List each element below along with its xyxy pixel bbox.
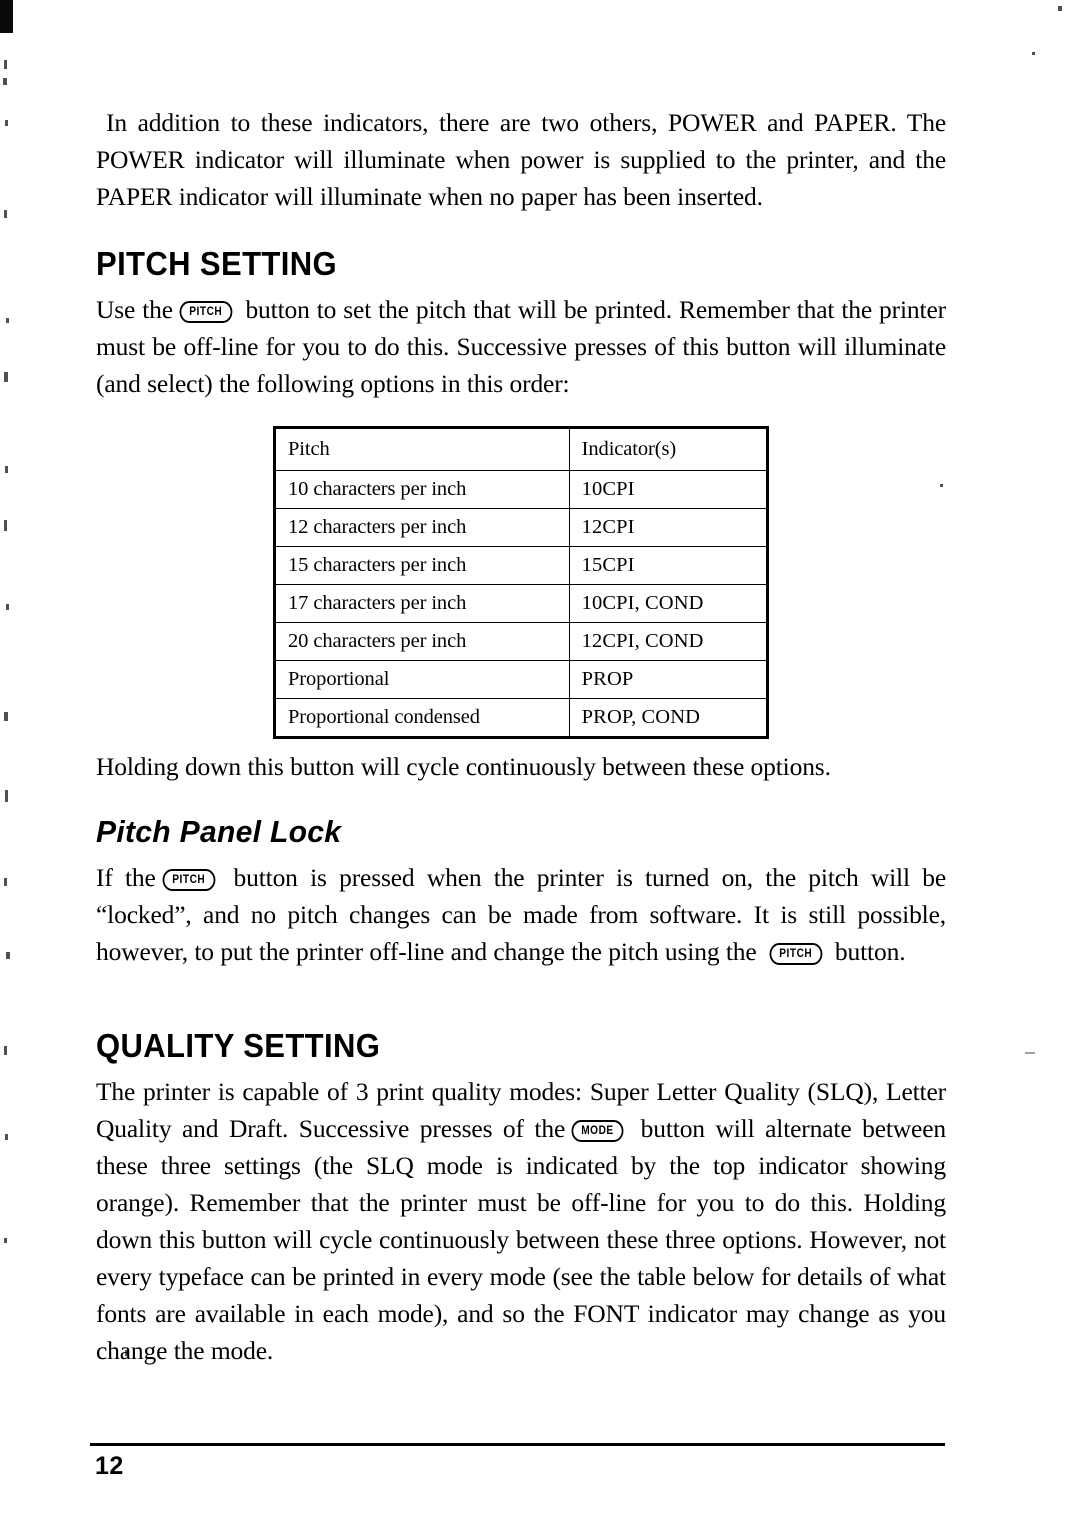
document-page: In addition to these indicators, there a…	[0, 0, 1080, 1529]
table-cell-indicator: 10CPI	[568, 470, 769, 509]
scan-speck	[6, 604, 9, 610]
quality-setting-paragraph-block: The printer is capable of 3 print qualit…	[96, 1073, 946, 1369]
intro-paragraph: In addition to these indicators, there a…	[96, 108, 946, 211]
table-cell-pitch: Proportional condensed	[274, 698, 570, 738]
table-cell-indicator: 12CPI, COND	[568, 622, 769, 661]
quality-setting-section: QUALITY SETTING	[96, 1027, 946, 1065]
scan-speck	[5, 790, 8, 802]
scan-speck	[4, 878, 7, 886]
page-number: 12	[95, 1452, 124, 1480]
lock-text-end: button.	[834, 937, 906, 966]
quality-setting-paragraph: The printer is capable of 3 print qualit…	[96, 1073, 946, 1369]
table-cell-pitch: Proportional	[274, 660, 570, 699]
pitch-setting-paragraph-block: Use the PITCH button to set the pitch tha…	[96, 291, 946, 402]
table-row: 10 characters per inch 10CPI	[274, 470, 769, 509]
table-header-row: Pitch Indicator(s)	[274, 427, 769, 471]
table-row: 15 characters per inch 15CPI	[274, 546, 769, 585]
scan-speck	[4, 372, 8, 382]
table-cell-pitch: 20 characters per inch	[274, 622, 570, 661]
table-cell-pitch: 10 characters per inch	[274, 470, 570, 509]
scan-speck	[940, 484, 943, 487]
scan-speck	[4, 712, 8, 721]
table-cell-indicator: PROP	[568, 660, 769, 699]
pitch-panel-lock-heading: Pitch Panel Lock	[96, 814, 342, 849]
table-cell-indicator: 15CPI	[568, 546, 769, 585]
scan-speck	[1058, 6, 1062, 11]
pitch-table: Pitch Indicator(s) 10 characters per inc…	[273, 426, 769, 739]
pitch-key-icon[interactable]: PITCH	[769, 943, 822, 965]
scan-speck	[6, 952, 10, 959]
table-cell-pitch: 12 characters per inch	[274, 508, 570, 547]
pitch-panel-lock-paragraph: If the PITCH button is pressed when the p…	[96, 859, 946, 970]
pitch-setting-section: PITCH SETTING	[96, 245, 946, 283]
footer-divider	[90, 1443, 945, 1446]
pitch-table-body: Pitch Indicator(s) 10 characters per inc…	[274, 427, 769, 738]
scan-speck	[1025, 1052, 1035, 1054]
scan-speck	[4, 210, 7, 218]
table-cell-pitch: 15 characters per inch	[274, 546, 570, 585]
table-row: 17 characters per inch 10CPI, COND	[274, 584, 769, 623]
lock-text-before-key: If the	[96, 863, 156, 892]
table-cell-indicator: 10CPI, COND	[568, 584, 769, 623]
intro-section: In addition to these indicators, there a…	[96, 104, 946, 215]
table-cell-pitch: 17 characters per inch	[274, 584, 570, 623]
table-row: Proportional condensed PROP, COND	[274, 698, 769, 738]
mode-key-icon[interactable]: MODE	[571, 1120, 624, 1142]
table-header-pitch: Pitch	[274, 427, 570, 471]
scan-speck	[4, 520, 7, 531]
scan-speck	[5, 1134, 8, 1140]
pitch-setting-text-before-key: Use the	[96, 295, 173, 324]
pitch-panel-lock-section: Pitch Panel Lock	[96, 814, 946, 850]
scan-speck	[1032, 52, 1035, 55]
pitch-setting-paragraph: Use the PITCH button to set the pitch tha…	[96, 291, 946, 402]
table-cell-indicator: PROP, COND	[568, 698, 769, 738]
table-header-indicators: Indicator(s)	[568, 427, 769, 471]
quality-text-after-key: button will alternate between these thre…	[96, 1114, 946, 1365]
table-row: Proportional PROP	[274, 660, 769, 699]
scan-speck	[4, 60, 7, 69]
pitch-after-table-paragraph: Holding down this button will cycle cont…	[96, 752, 831, 781]
pitch-panel-lock-paragraph-block: If the PITCH button is pressed when the p…	[96, 859, 946, 970]
scan-speck	[4, 1046, 7, 1055]
scan-edge-artifact	[0, 0, 13, 33]
scan-speck	[5, 466, 8, 473]
scan-speck	[5, 120, 8, 126]
scan-speck	[3, 78, 7, 85]
scan-speck	[6, 318, 9, 323]
pitch-key-icon[interactable]: PITCH	[162, 869, 215, 891]
pitch-key-icon[interactable]: PITCH	[179, 301, 232, 323]
table-row: 20 characters per inch 12CPI, COND	[274, 622, 769, 661]
table-row: 12 characters per inch 12CPI	[274, 508, 769, 547]
scan-speck	[4, 1238, 7, 1243]
table-cell-indicator: 12CPI	[568, 508, 769, 547]
pitch-after-table-block: Holding down this button will cycle cont…	[96, 748, 946, 785]
pitch-setting-heading: PITCH SETTING	[96, 245, 337, 282]
pitch-table-wrapper: Pitch Indicator(s) 10 characters per inc…	[273, 426, 769, 739]
quality-setting-heading: QUALITY SETTING	[96, 1027, 381, 1064]
